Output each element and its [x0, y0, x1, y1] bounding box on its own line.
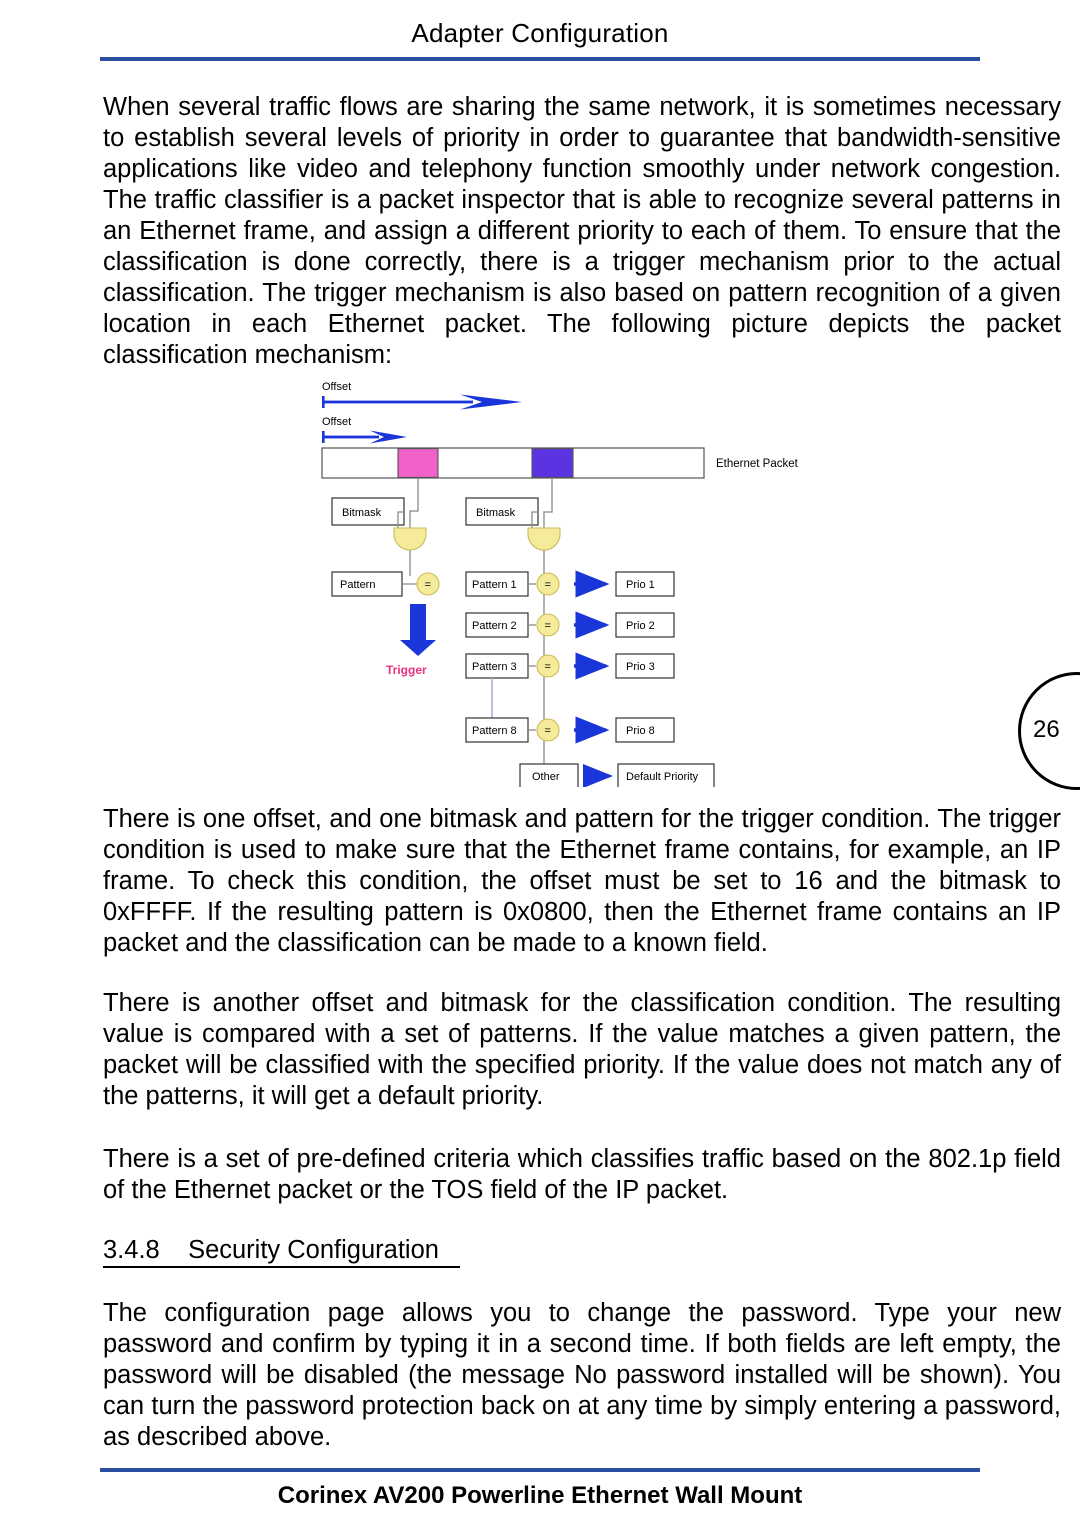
other-label: Other [532, 771, 560, 783]
prio-label-1: Prio 1 [626, 579, 655, 591]
trigger-equals-symbol: = [425, 579, 431, 591]
trigger-label: Trigger [386, 663, 427, 677]
section-number: 3.4.8 [103, 1236, 160, 1268]
paragraph-security-configuration: The configuration page allows you to cha… [103, 1299, 1061, 1451]
pattern-label-3: Pattern 3 [472, 661, 517, 673]
paragraph-predefined-criteria: There is a set of pre-defined criteria w… [103, 1145, 1061, 1204]
header-divider [100, 57, 980, 61]
packet-classification-diagram: Offset Offset Ethernet Packet Bitmask Bi… [310, 372, 820, 787]
prio-label-2: Prio 2 [626, 620, 655, 632]
prio-label-8: Prio 8 [626, 725, 655, 737]
offset-top-shaft [323, 400, 473, 404]
offset-top-label: Offset [322, 381, 351, 393]
prio-label-3: Prio 3 [626, 661, 655, 673]
paragraph-trigger-condition: There is one offset, and one bitmask and… [103, 805, 1061, 957]
bitmask-right-label: Bitmask [476, 507, 516, 519]
equals-symbol-2: = [545, 620, 551, 632]
paragraph-intro: When several traffic flows are sharing t… [103, 93, 1061, 369]
pattern-label-2: Pattern 2 [472, 620, 517, 632]
pattern-label-1: Pattern 1 [472, 579, 517, 591]
trigger-pattern-label: Pattern [340, 579, 375, 591]
equals-symbol-8: = [545, 725, 551, 737]
equals-symbol-1: = [545, 579, 551, 591]
equals-symbol-3: = [545, 661, 551, 673]
default-priority-label: Default Priority [626, 771, 699, 783]
page-header-title: Adapter Configuration [411, 18, 669, 48]
and-gate-right [527, 527, 561, 551]
section-heading: 3.4.8 Security Configuration [103, 1236, 461, 1268]
classify-field-block [531, 448, 574, 478]
ethernet-packet-bar [321, 447, 705, 479]
classify-field-wire [543, 478, 553, 528]
paragraph-classification-condition: There is another offset and bitmask for … [103, 989, 1061, 1110]
trigger-field-block [397, 448, 439, 478]
footer-divider [100, 1468, 980, 1472]
footer-product-title: Corinex AV200 Powerline Ethernet Wall Mo… [277, 1482, 803, 1509]
offset-bottom-shaft [323, 435, 379, 439]
trigger-bent-arrow [400, 604, 436, 656]
pattern-label-8: Pattern 8 [472, 725, 517, 737]
ethernet-packet-label: Ethernet Packet [716, 458, 799, 470]
section-title: Security Configuration [188, 1236, 439, 1268]
offset-bottom-label: Offset [322, 416, 351, 428]
and-gate-left [393, 527, 427, 551]
trigger-field-wire [409, 478, 419, 528]
page-number: 26 [1033, 716, 1060, 743]
bitmask-left-label: Bitmask [342, 507, 382, 519]
